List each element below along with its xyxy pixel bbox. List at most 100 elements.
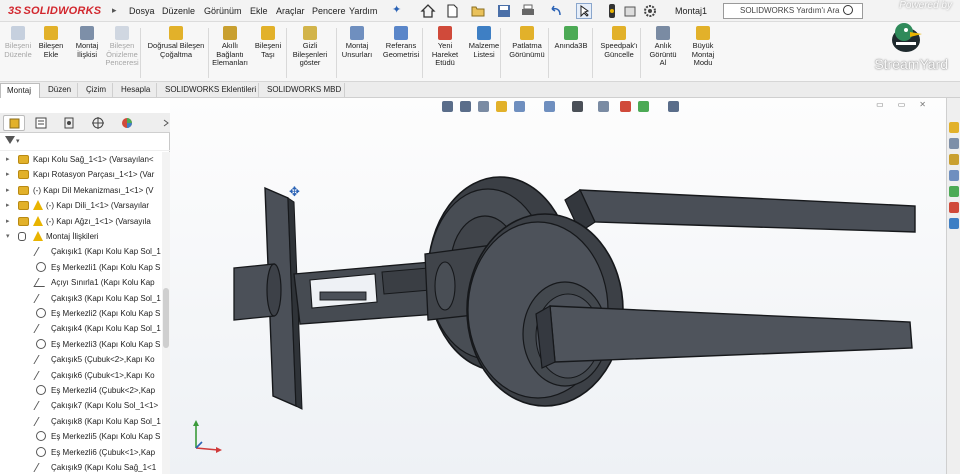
tree-mates-folder[interactable]: ▾ Montaj İlişkileri <box>0 229 162 244</box>
tree-component-item[interactable]: ▸ Kapı Kolu Sağ_1<1> (Varsayılan< <box>0 152 162 167</box>
cmd-yeni-hareket-etudu-button[interactable]: Yeni Hareket Etüdü <box>428 26 462 68</box>
save-icon[interactable] <box>496 3 512 19</box>
tree-mate-item[interactable]: Çakışık4 (Kapı Kolu Kap Sol_1 <box>0 321 162 336</box>
cmd-bilesen-onizleme-penceresi-button[interactable]: Bileşen Önizleme Penceresi <box>104 26 140 68</box>
cmd-buyuk-montaj-modu-button[interactable]: Büyük Montaj Modu <box>684 26 722 68</box>
graphics-area[interactable]: ▭▭✕ ✥ <box>170 98 946 474</box>
view-settings-icon[interactable] <box>668 101 679 112</box>
tree-mate-item[interactable]: Açıyı Sınırla1 (Kapı Kolu Kap <box>0 275 162 290</box>
tab-solidworks-mbd[interactable]: SOLIDWORKS MBD <box>261 83 345 98</box>
tree-mate-item[interactable]: Çakışık9 (Kapı Kolu Sağ_1<1 <box>0 460 162 474</box>
expand-arrow-icon[interactable]: ▸ <box>6 152 14 167</box>
menu-window[interactable]: Pencere <box>312 6 346 16</box>
filter-icon[interactable] <box>5 136 15 144</box>
display-manager-tab[interactable] <box>116 115 138 131</box>
tree-mate-item[interactable]: Çakışık6 (Çubuk<1>,Kapı Ko <box>0 368 162 383</box>
tree-mate-item[interactable]: Eş Merkezli3 (Kapı Kolu Kap S <box>0 337 162 352</box>
cmd-an-nda3b-button[interactable]: Anında3B <box>552 26 590 51</box>
tree-scrollbar-thumb[interactable] <box>163 288 169 348</box>
cmd-anl-k-goruntu-al-button[interactable]: Anlık Görüntü Al <box>648 26 678 68</box>
cmd-bileseni-tas-button[interactable]: Bileşeni Taşı <box>252 26 284 59</box>
cmd-montaj-unsurlar-button[interactable]: Montaj Unsurları <box>340 26 374 59</box>
configuration-manager-tab[interactable] <box>58 115 80 131</box>
search-icon[interactable] <box>843 5 853 15</box>
rebuild-icon[interactable] <box>622 3 638 19</box>
cmd-ak-ll-baglant-elemanlar-button[interactable]: Akıllı Bağlantı Elemanları <box>212 26 248 68</box>
cmd-patlatma-gorunumu-button[interactable]: Patlatma Görünümü <box>506 26 548 59</box>
tree-component-item[interactable]: ▸ Kapı Rotasyon Parçası_1<1> (Var <box>0 167 162 182</box>
menu-help[interactable]: Yardım <box>349 6 377 16</box>
tree-mate-item[interactable]: Çakışık5 (Çubuk<2>,Kapı Ko <box>0 352 162 367</box>
task-pane-design-library-icon[interactable] <box>949 138 959 149</box>
tree-component-item[interactable]: ▸ (-) Kapı Dili_1<1> (Varsayılar <box>0 198 162 213</box>
edit-appearance-icon[interactable] <box>620 101 631 112</box>
menu-tools[interactable]: Araçlar <box>276 6 305 16</box>
assembly-model[interactable] <box>170 114 946 474</box>
zoom-area-icon[interactable] <box>460 101 471 112</box>
tree-mate-item[interactable]: Eş Merkezli5 (Kapı Kolu Kap S <box>0 429 162 444</box>
menu-file[interactable]: Dosya <box>129 6 155 16</box>
task-pane-view-palette-icon[interactable] <box>949 170 959 181</box>
menu-edit[interactable]: Düzenle <box>162 6 195 16</box>
task-pane-appearances-icon[interactable] <box>949 186 959 197</box>
tab-cizim[interactable]: Çizim <box>80 83 113 98</box>
apply-scene-icon[interactable] <box>638 101 649 112</box>
expand-arrow-icon[interactable]: ▸ <box>6 183 14 198</box>
cmd-speedpak-guncelle-button[interactable]: Speedpak'ı Güncelle <box>596 26 642 59</box>
menu-expand-icon[interactable]: ▸ <box>112 5 117 16</box>
home-icon[interactable] <box>420 3 436 19</box>
dynamic-annotation-icon[interactable] <box>514 101 525 112</box>
zoom-to-fit-icon[interactable] <box>442 101 453 112</box>
tree-scrollbar[interactable] <box>162 152 170 474</box>
open-folder-icon[interactable] <box>470 3 486 19</box>
tab-hesapla[interactable]: Hesapla <box>115 83 157 98</box>
tree-mate-item[interactable]: Çakışık7 (Kapı Kolu Sol_1<1> <box>0 398 162 413</box>
menu-insert[interactable]: Ekle <box>250 6 268 16</box>
hide-show-icon[interactable] <box>598 101 609 112</box>
menu-view[interactable]: Görünüm <box>204 6 242 16</box>
task-pane-file-explorer-icon[interactable] <box>949 154 959 165</box>
task-pane-resources-icon[interactable] <box>949 122 959 133</box>
select-cursor-icon[interactable] <box>576 3 592 19</box>
tree-mate-item[interactable]: Eş Merkezli1 (Kapı Kolu Kap S <box>0 260 162 275</box>
expand-arrow-icon[interactable]: ▸ <box>6 198 14 213</box>
tab-montaj[interactable]: Montaj <box>0 83 40 98</box>
cmd-dogrusal-bilesen-cogaltma-button[interactable]: Doğrusal Bileşen Çoğaltma <box>144 26 208 59</box>
options-gear-icon[interactable] <box>642 3 658 19</box>
tree-mate-item[interactable]: Eş Merkezli2 (Kapı Kolu Kap S <box>0 306 162 321</box>
dimxpert-tab[interactable] <box>87 115 109 131</box>
tree-mate-item[interactable]: Çakışık1 (Kapı Kolu Kap Sol_1 <box>0 244 162 259</box>
pin-icon[interactable]: ✦ <box>392 4 404 16</box>
previous-view-icon[interactable] <box>478 101 489 112</box>
task-pane-custom-properties-icon[interactable] <box>949 202 959 213</box>
help-search-input[interactable]: SOLIDWORKS Yardım'ı Ara <box>723 3 863 19</box>
tree-mate-item[interactable]: Eş Merkezli6 (Çubuk<1>,Kap <box>0 445 162 460</box>
tree-component-item[interactable]: ▸ (-) Kapı Ağzı_1<1> (Varsayıla <box>0 214 162 229</box>
cmd-montaj-iliskisi-button[interactable]: Montaj İlişkisi <box>70 26 104 59</box>
property-manager-tab[interactable] <box>30 115 52 131</box>
traffic-light-icon[interactable] <box>604 3 620 19</box>
tree-mate-item[interactable]: Çakışık8 (Kapı Kolu Kap Sol_1 <box>0 414 162 429</box>
feature-tree-tab[interactable] <box>3 115 25 131</box>
cmd-malzeme-listesi-button[interactable]: Malzeme Listesi <box>468 26 500 59</box>
tab-solidworks-eklentileri[interactable]: SOLIDWORKS Eklentileri <box>159 83 259 98</box>
filter-dropdown-icon[interactable]: ▾ <box>16 137 20 145</box>
section-view-icon[interactable] <box>496 101 507 112</box>
cmd-referans-geometrisi-button[interactable]: Referans Geometrisi <box>378 26 424 59</box>
tab-duzen[interactable]: Düzen <box>42 83 78 98</box>
cmd-bilesen-ekle-button[interactable]: Bileşen Ekle <box>36 26 66 59</box>
display-style-icon[interactable] <box>572 101 583 112</box>
solidworks-logo[interactable]: 3S SOLIDWORKS <box>8 4 101 18</box>
tree-mate-item[interactable]: Çakışık3 (Kapı Kolu Kap Sol_1 <box>0 291 162 306</box>
panel-more-icon[interactable] <box>163 113 170 133</box>
new-document-icon[interactable] <box>444 3 460 19</box>
print-icon[interactable] <box>520 3 536 19</box>
expand-arrow-icon[interactable]: ▸ <box>6 167 14 182</box>
tree-mate-item[interactable]: Eş Merkezli4 (Çubuk<2>,Kap <box>0 383 162 398</box>
tree-component-item[interactable]: ▸ (-) Kapı Dil Mekanizması_1<1> (V <box>0 183 162 198</box>
collapse-arrow-icon[interactable]: ▾ <box>6 229 14 244</box>
viewport-window-controls[interactable]: ▭▭✕ <box>876 100 940 109</box>
expand-arrow-icon[interactable]: ▸ <box>6 214 14 229</box>
cmd-bileseni-duzenle-button[interactable]: Bileşeni Düzenle <box>4 26 32 59</box>
view-orientation-icon[interactable] <box>544 101 555 112</box>
